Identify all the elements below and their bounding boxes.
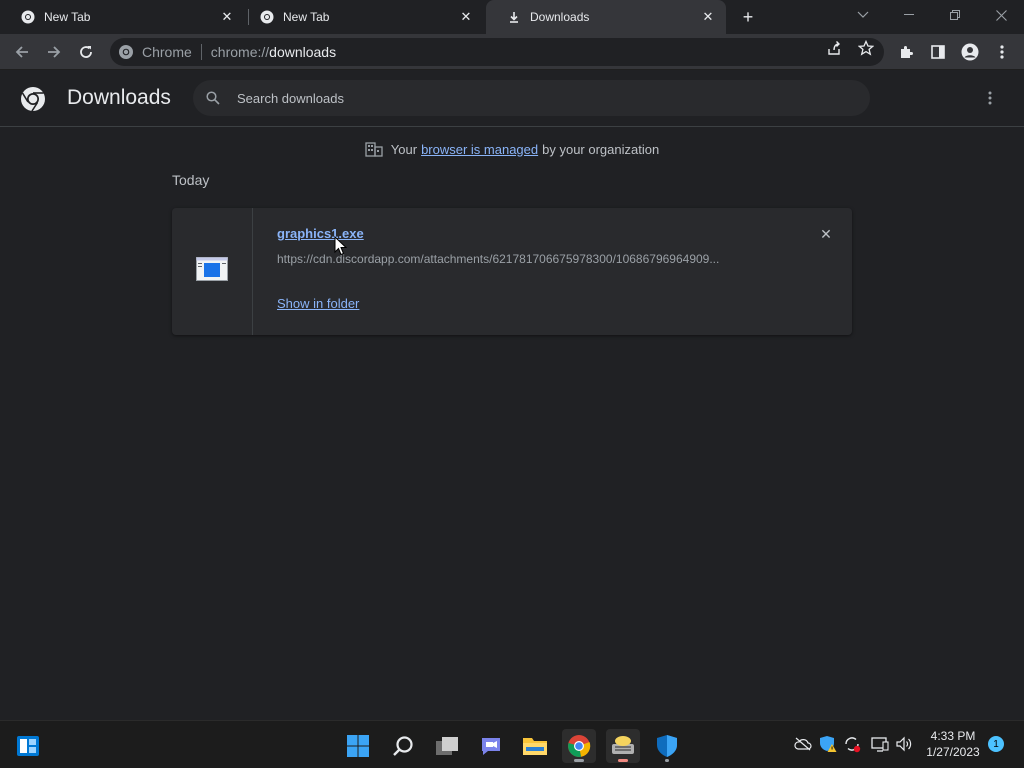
tab-new-tab-2[interactable]: New Tab ✕	[239, 0, 484, 34]
bookmark-star-icon[interactable]	[858, 40, 874, 56]
back-button[interactable]	[8, 38, 36, 66]
search-icon[interactable]	[386, 729, 420, 763]
side-panel-icon[interactable]	[924, 38, 952, 66]
system-clock[interactable]: 4:33 PM 1/27/2023	[922, 728, 984, 760]
new-tab-button[interactable]: +	[737, 6, 759, 28]
file-name-link[interactable]: graphics1.exe	[277, 226, 364, 241]
tab-strip: New Tab ✕ New Tab ✕ Downloads ✕ +	[0, 0, 1024, 34]
chrome-icon	[20, 9, 36, 25]
search-input[interactable]	[237, 90, 837, 106]
extensions-icon[interactable]	[892, 38, 920, 66]
security-warning-icon[interactable]	[819, 735, 837, 753]
close-icon[interactable]: ✕	[700, 9, 716, 25]
download-item: graphics1.exe https://cdn.discordapp.com…	[172, 208, 852, 335]
managed-prefix: Your	[390, 141, 418, 157]
tab-downloads[interactable]: Downloads ✕	[486, 0, 726, 34]
chrome-taskbar-icon[interactable]	[562, 729, 596, 763]
share-icon[interactable]	[826, 40, 842, 56]
browser-window: New Tab ✕ New Tab ✕ Downloads ✕ + Chrome…	[0, 0, 1024, 768]
tab-title: Downloads	[530, 10, 590, 24]
running-indicator	[665, 759, 669, 762]
browser-toolbar: Chrome chrome:// downloads	[0, 34, 1024, 70]
managed-suffix: by your organization	[542, 141, 660, 157]
close-window-button[interactable]	[978, 0, 1024, 30]
file-explorer-icon[interactable]	[518, 729, 552, 763]
forward-button[interactable]	[40, 38, 68, 66]
start-windows-icon[interactable]	[341, 729, 375, 763]
address-bar[interactable]: Chrome chrome:// downloads	[110, 38, 884, 66]
more-actions-icon[interactable]	[980, 88, 1000, 108]
downloads-header: Downloads	[0, 70, 1024, 127]
task-view-icon[interactable]	[430, 729, 464, 763]
site-label: Chrome	[142, 44, 192, 60]
url-scheme: chrome://	[210, 44, 270, 60]
download-icon	[506, 9, 522, 25]
profile-avatar-icon[interactable]	[956, 38, 984, 66]
building-icon	[365, 141, 383, 157]
onedrive-offline-icon[interactable]	[794, 735, 812, 753]
search-icon	[205, 90, 221, 106]
installer-app-icon[interactable]	[606, 729, 640, 763]
remove-item-close-icon[interactable]: ✕	[816, 224, 836, 244]
running-indicator	[574, 759, 584, 762]
sync-error-icon[interactable]	[843, 735, 861, 753]
tab-search-icon[interactable]	[840, 0, 886, 30]
chrome-logo-icon	[20, 86, 46, 112]
clock-time: 4:33 PM	[930, 729, 976, 743]
notification-badge[interactable]: 1	[988, 736, 1004, 752]
restore-button[interactable]	[932, 0, 978, 30]
chrome-icon	[118, 44, 134, 60]
close-icon[interactable]: ✕	[219, 9, 235, 25]
show-in-folder-link[interactable]: Show in folder	[277, 296, 359, 311]
teams-chat-icon[interactable]	[474, 729, 508, 763]
page-title: Downloads	[67, 86, 171, 109]
date-section-header: Today	[172, 172, 210, 188]
arrow-right-icon	[48, 46, 61, 58]
file-source-url: https://cdn.discordapp.com/attachments/6…	[277, 252, 720, 266]
chrome-icon	[259, 9, 275, 25]
volume-icon[interactable]	[895, 735, 913, 753]
tab-new-tab-1[interactable]: New Tab ✕	[0, 0, 245, 34]
exe-file-icon	[196, 257, 228, 286]
tab-title: New Tab	[283, 10, 330, 24]
tab-title: New Tab	[44, 10, 91, 24]
widgets-icon[interactable]	[11, 729, 45, 763]
close-icon[interactable]: ✕	[458, 9, 474, 25]
reload-icon	[80, 46, 92, 58]
url-host: downloads	[269, 44, 337, 60]
running-indicator	[618, 759, 628, 762]
divider	[200, 44, 202, 60]
clock-date: 1/27/2023	[926, 745, 980, 759]
reload-button[interactable]	[72, 38, 100, 66]
minimize-button[interactable]	[886, 0, 932, 30]
browser-managed-link[interactable]: browser is managed	[421, 142, 538, 157]
mouse-cursor-icon	[334, 235, 348, 256]
file-icon-column	[172, 208, 253, 335]
network-icon[interactable]	[871, 735, 889, 753]
kebab-menu-icon[interactable]	[988, 38, 1016, 66]
managed-notice: Your browser is managed by your organiza…	[0, 140, 1024, 158]
arrow-left-icon	[15, 46, 28, 58]
windows-security-icon[interactable]	[650, 729, 684, 763]
search-downloads-box[interactable]	[193, 80, 870, 116]
